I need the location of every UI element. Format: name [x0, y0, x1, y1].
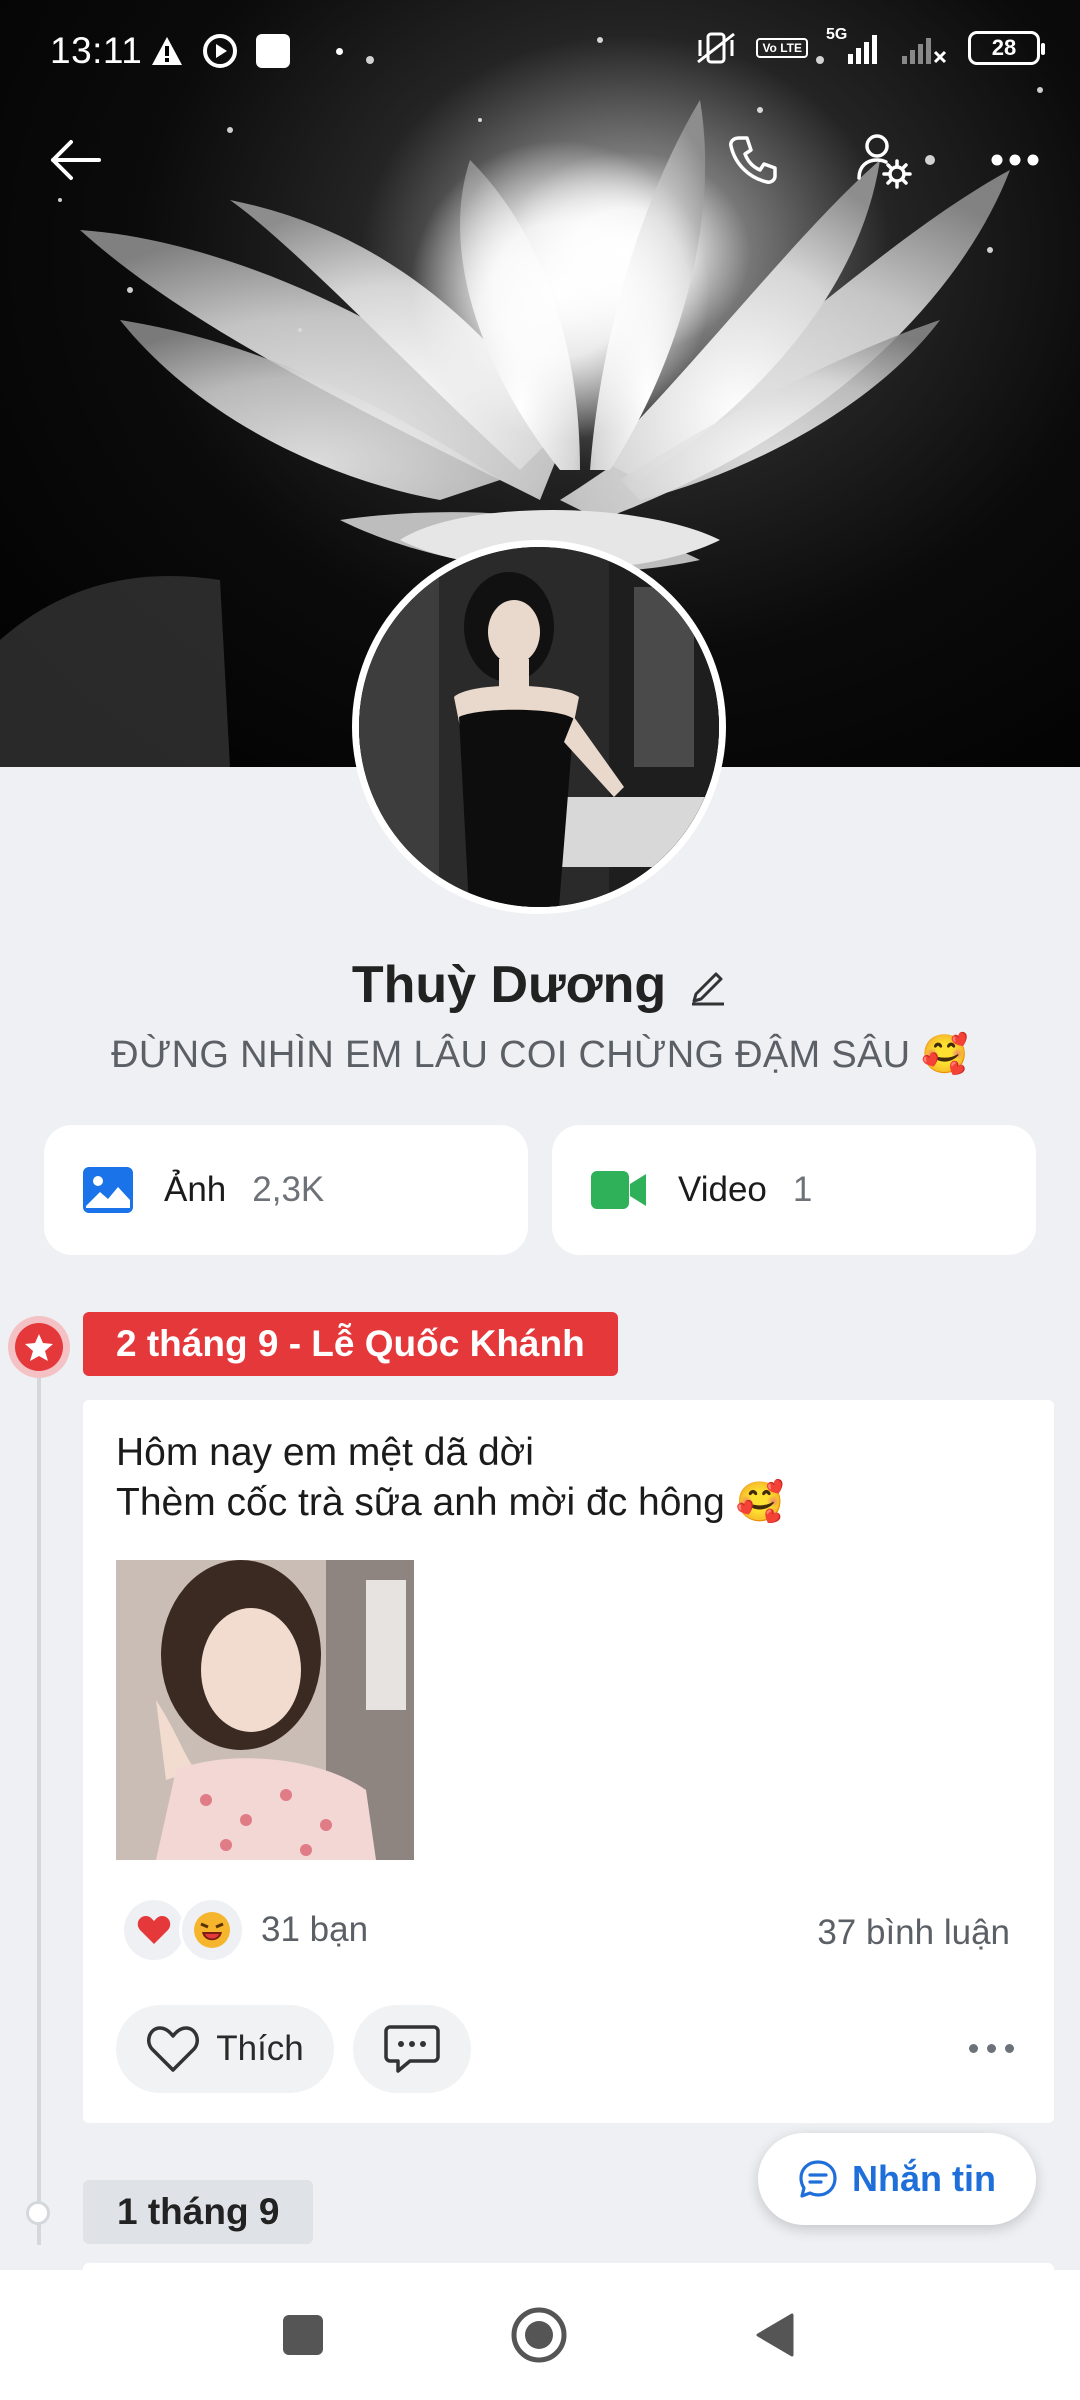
- post-date-badge: 2 tháng 9 - Lễ Quốc Khánh: [83, 1312, 618, 1376]
- post-photo-image: [116, 1560, 414, 1860]
- status-time: 13:11: [50, 30, 143, 71]
- avatar[interactable]: [352, 540, 726, 914]
- star-icon: [25, 1334, 53, 1361]
- warning-icon: [152, 37, 182, 65]
- reaction-friends-count: 31 bạn: [261, 1910, 369, 1949]
- vibrate-off-icon: [697, 32, 736, 64]
- videos-count: 1: [792, 1170, 813, 1209]
- back-arrow-icon: [51, 140, 101, 180]
- comment-button[interactable]: [353, 2005, 471, 2093]
- comment-bubble-icon: [384, 2025, 440, 2073]
- user-settings-icon: [857, 134, 912, 189]
- profile-bio: ĐỪNG NHÌN EM LÂU COI CHỪNG ĐẬM SÂU 🥰: [111, 1034, 969, 1076]
- home-button[interactable]: [494, 2290, 584, 2380]
- comment-count[interactable]: 37 bình luận: [817, 1913, 1010, 1953]
- home-circle-icon: [511, 2307, 567, 2363]
- timeline-line: [37, 1345, 41, 2245]
- app-square-icon: [256, 34, 290, 68]
- photos-card[interactable]: Ảnh 2,3K: [44, 1125, 528, 1255]
- post-text-line-1: Hôm nay em mệt dã dời: [116, 1431, 534, 1474]
- post-text: Hôm nay em mệt dã dời Thèm cốc trà sữa a…: [116, 1428, 784, 1528]
- profile-screen: 13:11 Vo LTE 5G 28 Thuỳ Dương ĐỪNG NHÌN …: [0, 0, 1080, 2400]
- heart-outline-icon: [147, 2026, 200, 2072]
- volte-badge: Vo LTE: [756, 38, 808, 58]
- photos-count: 2,3K: [252, 1170, 325, 1209]
- avatar-photo: [359, 547, 719, 907]
- like-label: Thích: [216, 2029, 304, 2068]
- more-dot-icon: [1005, 2043, 1014, 2053]
- more-dot-icon: [969, 2043, 978, 2053]
- recent-apps-button[interactable]: [258, 2290, 348, 2380]
- next-date-badge: 1 tháng 9: [83, 2180, 314, 2244]
- laugh-reaction-icon: [179, 1897, 245, 1963]
- square-icon: [283, 2315, 323, 2355]
- post-text-line-2: Thèm cốc trà sữa anh mời đc hông 🥰: [116, 1481, 785, 1524]
- message-label: Nhắn tin: [852, 2158, 996, 2199]
- back-triangle-icon: [756, 2313, 794, 2357]
- dot-icon: [336, 47, 343, 55]
- phone-icon: [729, 136, 777, 184]
- like-button[interactable]: Thích: [116, 2005, 334, 2093]
- profile-settings-button[interactable]: [838, 115, 928, 205]
- videos-card[interactable]: Video 1: [552, 1125, 1036, 1255]
- message-button[interactable]: Nhắn tin: [758, 2133, 1036, 2225]
- heart-reaction-icon: [121, 1897, 187, 1963]
- signal-5g-icon: 5G: [826, 26, 882, 66]
- play-circle-icon: [203, 34, 237, 68]
- post-photo[interactable]: [116, 1560, 414, 1860]
- status-bar: 13:11 Vo LTE 5G 28: [0, 0, 1080, 104]
- call-button[interactable]: [708, 115, 798, 205]
- chat-icon: [799, 2160, 837, 2198]
- profile-name: Thuỳ Dương: [351, 956, 667, 1014]
- photos-label: Ảnh: [164, 1170, 227, 1209]
- profile-name-row: Thuỳ Dương: [0, 955, 1080, 1015]
- timeline-star-marker: [8, 1316, 70, 1378]
- video-camera-icon: [591, 1171, 646, 1209]
- post-more-button[interactable]: [969, 2028, 1014, 2068]
- battery-indicator: 28: [968, 31, 1045, 65]
- more-dot-icon: [987, 2043, 996, 2053]
- more-options-button[interactable]: [970, 115, 1060, 205]
- reactions-summary[interactable]: 31 bạn: [121, 1897, 368, 1963]
- post-card[interactable]: Hôm nay em mệt dã dời Thèm cốc trà sữa a…: [83, 1400, 1054, 2123]
- back-button[interactable]: [30, 115, 120, 205]
- more-icon: [991, 154, 1039, 166]
- status-notification-icons: [150, 33, 343, 69]
- videos-label: Video: [678, 1170, 767, 1209]
- back-nav-button[interactable]: [730, 2290, 820, 2380]
- photo-icon: [83, 1167, 133, 1213]
- system-navigation-bar: [0, 2270, 1080, 2400]
- edit-pencil-icon[interactable]: [688, 964, 728, 1006]
- timeline-marker: [26, 2201, 50, 2225]
- status-system-icons: Vo LTE 5G 28: [694, 26, 1045, 66]
- signal-no-service-icon: [902, 38, 947, 64]
